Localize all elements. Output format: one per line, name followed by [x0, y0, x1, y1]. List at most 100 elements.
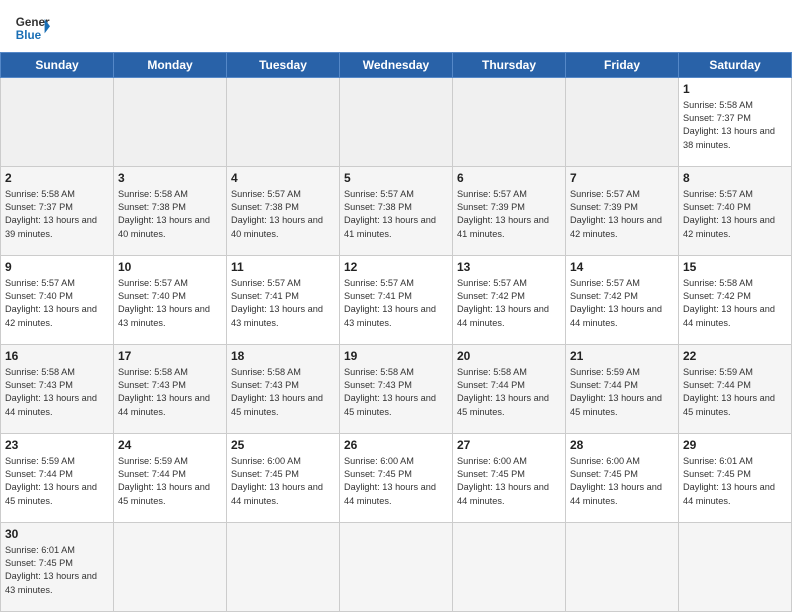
day-number: 10 — [118, 259, 222, 276]
day-cell — [566, 78, 679, 167]
day-cell — [340, 78, 453, 167]
day-number: 21 — [570, 348, 674, 365]
day-number: 23 — [5, 437, 109, 454]
day-number: 8 — [683, 170, 787, 187]
day-cell — [566, 523, 679, 612]
day-cell: 21 Sunrise: 5:59 AM Sunset: 7:44 PM Dayli… — [566, 345, 679, 434]
day-cell: 9Sunrise: 5:57 AM Sunset: 7:40 PM Daylig… — [1, 256, 114, 345]
day-cell: 11 Sunrise: 5:57 AM Sunset: 7:41 PM Dayli… — [227, 256, 340, 345]
weekday-header-wednesday: Wednesday — [340, 53, 453, 78]
day-cell — [679, 523, 792, 612]
weekday-header-thursday: Thursday — [453, 53, 566, 78]
week-row-3: 9Sunrise: 5:57 AM Sunset: 7:40 PM Daylig… — [1, 256, 792, 345]
day-info: Sunrise: 5:58 AM Sunset: 7:42 PM Dayligh… — [683, 278, 775, 328]
day-number: 18 — [231, 348, 335, 365]
svg-text:Blue: Blue — [16, 29, 42, 42]
day-info: Sunrise: 6:00 AM Sunset: 7:45 PM Dayligh… — [344, 456, 436, 506]
day-number: 14 — [570, 259, 674, 276]
day-info: Sunrise: 5:57 AM Sunset: 7:41 PM Dayligh… — [344, 278, 436, 328]
day-info: Sunrise: 5:57 AM Sunset: 7:40 PM Dayligh… — [683, 189, 775, 239]
day-info: Sunrise: 5:58 AM Sunset: 7:38 PM Dayligh… — [118, 189, 210, 239]
day-cell: 16 Sunrise: 5:58 AM Sunset: 7:43 PM Dayli… — [1, 345, 114, 434]
day-cell: 14 Sunrise: 5:57 AM Sunset: 7:42 PM Dayli… — [566, 256, 679, 345]
day-info: Sunrise: 5:58 AM Sunset: 7:37 PM Dayligh… — [5, 189, 97, 239]
day-cell: 29 Sunrise: 6:01 AM Sunset: 7:45 PM Dayli… — [679, 434, 792, 523]
day-number: 12 — [344, 259, 448, 276]
day-cell — [340, 523, 453, 612]
day-info: Sunrise: 5:57 AM Sunset: 7:38 PM Dayligh… — [344, 189, 436, 239]
day-cell: 3 Sunrise: 5:58 AM Sunset: 7:38 PM Daylig… — [114, 167, 227, 256]
day-number: 3 — [118, 170, 222, 187]
day-info: Sunrise: 6:01 AM Sunset: 7:45 PM Dayligh… — [5, 545, 97, 595]
weekday-header-monday: Monday — [114, 53, 227, 78]
day-cell: 23 Sunrise: 5:59 AM Sunset: 7:44 PM Dayli… — [1, 434, 114, 523]
day-cell — [114, 523, 227, 612]
weekday-header-row: SundayMondayTuesdayWednesdayThursdayFrid… — [1, 53, 792, 78]
day-cell — [227, 78, 340, 167]
day-cell: 22Sunrise: 5:59 AM Sunset: 7:44 PM Dayli… — [679, 345, 792, 434]
day-info: Sunrise: 6:01 AM Sunset: 7:45 PM Dayligh… — [683, 456, 775, 506]
day-cell: 20 Sunrise: 5:58 AM Sunset: 7:44 PM Dayli… — [453, 345, 566, 434]
day-cell — [227, 523, 340, 612]
day-number: 29 — [683, 437, 787, 454]
day-info: Sunrise: 6:00 AM Sunset: 7:45 PM Dayligh… — [457, 456, 549, 506]
day-info: Sunrise: 6:00 AM Sunset: 7:45 PM Dayligh… — [231, 456, 323, 506]
day-cell: 25Sunrise: 6:00 AM Sunset: 7:45 PM Dayli… — [227, 434, 340, 523]
logo: General Blue — [14, 10, 50, 46]
day-number: 11 — [231, 259, 335, 276]
day-cell: 26 Sunrise: 6:00 AM Sunset: 7:45 PM Dayli… — [340, 434, 453, 523]
day-info: Sunrise: 5:59 AM Sunset: 7:44 PM Dayligh… — [570, 367, 662, 417]
day-cell: 15 Sunrise: 5:58 AM Sunset: 7:42 PM Dayli… — [679, 256, 792, 345]
day-info: Sunrise: 5:57 AM Sunset: 7:42 PM Dayligh… — [457, 278, 549, 328]
day-cell: 12 Sunrise: 5:57 AM Sunset: 7:41 PM Dayli… — [340, 256, 453, 345]
day-cell: 8 Sunrise: 5:57 AM Sunset: 7:40 PM Daylig… — [679, 167, 792, 256]
day-info: Sunrise: 5:57 AM Sunset: 7:39 PM Dayligh… — [457, 189, 549, 239]
week-row-4: 16 Sunrise: 5:58 AM Sunset: 7:43 PM Dayli… — [1, 345, 792, 434]
day-cell — [1, 78, 114, 167]
day-info: Sunrise: 5:59 AM Sunset: 7:44 PM Dayligh… — [683, 367, 775, 417]
day-info: Sunrise: 5:58 AM Sunset: 7:43 PM Dayligh… — [5, 367, 97, 417]
day-info: Sunrise: 5:57 AM Sunset: 7:39 PM Dayligh… — [570, 189, 662, 239]
day-cell: 24Sunrise: 5:59 AM Sunset: 7:44 PM Dayli… — [114, 434, 227, 523]
day-cell: 13 Sunrise: 5:57 AM Sunset: 7:42 PM Dayli… — [453, 256, 566, 345]
day-number: 26 — [344, 437, 448, 454]
day-info: Sunrise: 5:59 AM Sunset: 7:44 PM Dayligh… — [5, 456, 97, 506]
day-cell: 10 Sunrise: 5:57 AM Sunset: 7:40 PM Dayli… — [114, 256, 227, 345]
day-number: 15 — [683, 259, 787, 276]
day-info: Sunrise: 6:00 AM Sunset: 7:45 PM Dayligh… — [570, 456, 662, 506]
week-row-1: 1Sunrise: 5:58 AM Sunset: 7:37 PM Daylig… — [1, 78, 792, 167]
day-cell: 17 Sunrise: 5:58 AM Sunset: 7:43 PM Dayli… — [114, 345, 227, 434]
day-info: Sunrise: 5:58 AM Sunset: 7:43 PM Dayligh… — [231, 367, 323, 417]
day-info: Sunrise: 5:58 AM Sunset: 7:44 PM Dayligh… — [457, 367, 549, 417]
day-cell: 4 Sunrise: 5:57 AM Sunset: 7:38 PM Daylig… — [227, 167, 340, 256]
day-number: 16 — [5, 348, 109, 365]
day-number: 17 — [118, 348, 222, 365]
day-cell — [453, 78, 566, 167]
weekday-header-sunday: Sunday — [1, 53, 114, 78]
day-number: 13 — [457, 259, 561, 276]
day-cell: 2 Sunrise: 5:58 AM Sunset: 7:37 PM Daylig… — [1, 167, 114, 256]
day-number: 20 — [457, 348, 561, 365]
day-number: 4 — [231, 170, 335, 187]
logo-icon: General Blue — [14, 10, 50, 46]
day-info: Sunrise: 5:58 AM Sunset: 7:37 PM Dayligh… — [683, 100, 775, 150]
day-cell: 18 Sunrise: 5:58 AM Sunset: 7:43 PM Dayli… — [227, 345, 340, 434]
day-cell: 28Sunrise: 6:00 AM Sunset: 7:45 PM Dayli… — [566, 434, 679, 523]
day-info: Sunrise: 5:57 AM Sunset: 7:40 PM Dayligh… — [118, 278, 210, 328]
day-cell: 6Sunrise: 5:57 AM Sunset: 7:39 PM Daylig… — [453, 167, 566, 256]
day-cell: 30Sunrise: 6:01 AM Sunset: 7:45 PM Dayli… — [1, 523, 114, 612]
week-row-6: 30Sunrise: 6:01 AM Sunset: 7:45 PM Dayli… — [1, 523, 792, 612]
day-number: 5 — [344, 170, 448, 187]
day-number: 24 — [118, 437, 222, 454]
calendar-table: SundayMondayTuesdayWednesdayThursdayFrid… — [0, 52, 792, 612]
day-info: Sunrise: 5:57 AM Sunset: 7:42 PM Dayligh… — [570, 278, 662, 328]
week-row-2: 2 Sunrise: 5:58 AM Sunset: 7:37 PM Daylig… — [1, 167, 792, 256]
day-info: Sunrise: 5:57 AM Sunset: 7:41 PM Dayligh… — [231, 278, 323, 328]
weekday-header-friday: Friday — [566, 53, 679, 78]
day-cell: 19Sunrise: 5:58 AM Sunset: 7:43 PM Dayli… — [340, 345, 453, 434]
day-info: Sunrise: 5:58 AM Sunset: 7:43 PM Dayligh… — [118, 367, 210, 417]
day-info: Sunrise: 5:57 AM Sunset: 7:38 PM Dayligh… — [231, 189, 323, 239]
day-number: 2 — [5, 170, 109, 187]
weekday-header-saturday: Saturday — [679, 53, 792, 78]
day-cell: 1Sunrise: 5:58 AM Sunset: 7:37 PM Daylig… — [679, 78, 792, 167]
